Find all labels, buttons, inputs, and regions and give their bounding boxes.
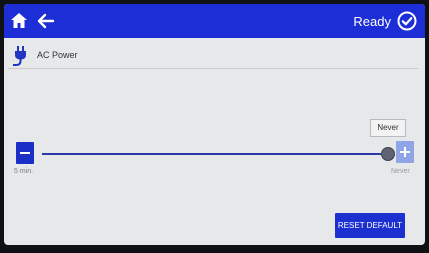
- increase-button[interactable]: [396, 141, 414, 163]
- power-plug-icon: [13, 46, 26, 66]
- home-button[interactable]: [7, 9, 31, 33]
- device-bezel: Ready AC Power Never 5 min. Never RESET …: [0, 0, 429, 253]
- slider-track[interactable]: [42, 153, 390, 155]
- back-button[interactable]: [34, 9, 58, 33]
- section-header: AC Power: [4, 40, 425, 70]
- header-bar: Ready: [4, 4, 425, 38]
- home-icon: [11, 13, 27, 28]
- decrease-button[interactable]: [16, 142, 34, 164]
- slider-value-tooltip: Never: [370, 119, 406, 137]
- status-text: Ready: [353, 13, 391, 29]
- slider-thumb[interactable]: [381, 147, 395, 161]
- status-indicator: Ready: [353, 10, 417, 32]
- section-title: AC Power: [37, 50, 78, 60]
- reset-default-button[interactable]: RESET DEFAULT: [335, 213, 405, 238]
- slider-max-label: Never: [391, 168, 410, 175]
- back-arrow-icon: [37, 13, 55, 29]
- slider-min-label: 5 min.: [14, 168, 34, 175]
- divider: [8, 68, 418, 69]
- screen: Ready AC Power Never 5 min. Never RESET …: [4, 4, 425, 245]
- check-circle-icon: [397, 11, 417, 31]
